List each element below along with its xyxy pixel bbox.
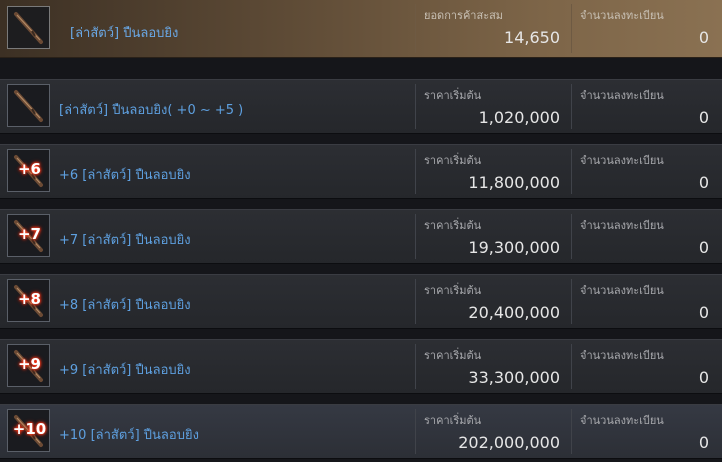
registered-value: 0 [698, 303, 709, 322]
column-divider [415, 84, 416, 129]
base-price-value: 19,300,000 [468, 238, 560, 257]
registered-value: 0 [698, 28, 709, 47]
column-divider [415, 409, 416, 454]
base-price-value: 33,300,000 [468, 368, 560, 387]
market-list-item[interactable]: +10 +10 [ล่าสัตว์] ปืนลอบยิง ราคาเริ่มต้… [0, 404, 722, 459]
column-divider [415, 214, 416, 259]
item-icon-frame [7, 84, 50, 127]
column-divider [415, 344, 416, 389]
registered-value: 0 [698, 108, 709, 127]
base-price-value: 11,800,000 [468, 173, 560, 192]
item-icon-frame: +10 [7, 409, 50, 452]
market-list-item[interactable]: [ล่าสัตว์] ปืนลอบยิง( +0 ~ +5 ) ราคาเริ่… [0, 79, 722, 134]
registered-label: จำนวนลงทะเบียน [580, 349, 664, 362]
item-icon-frame [7, 6, 50, 49]
column-divider [571, 149, 572, 194]
total-trades-label: ยอดการค้าสะสม [424, 9, 504, 22]
registered-value: 0 [698, 173, 709, 192]
registered-label: จำนวนลงทะเบียน [580, 219, 664, 232]
item-icon-frame: +8 [7, 279, 50, 322]
base-price-value: 202,000,000 [458, 433, 560, 452]
total-trades-value: 14,650 [504, 28, 560, 47]
column-divider [571, 4, 572, 53]
item-name: +10 [ล่าสัตว์] ปืนลอบยิง [59, 428, 199, 443]
registered-label: จำนวนลงทะเบียน [580, 414, 664, 427]
base-price-label: ราคาเริ่มต้น [424, 414, 482, 427]
base-price-value: 20,400,000 [468, 303, 560, 322]
item-name: [ล่าสัตว์] ปืนลอบยิง( +0 ~ +5 ) [59, 103, 244, 118]
item-name: +9 [ล่าสัตว์] ปืนลอบยิง [59, 363, 191, 378]
rifle-icon [14, 12, 43, 44]
item-name: +7 [ล่าสัตว์] ปืนลอบยิง [59, 233, 191, 248]
market-list-item[interactable]: +6 +6 [ล่าสัตว์] ปืนลอบยิง ราคาเริ่มต้น … [0, 144, 722, 199]
enhance-level-badge: +8 [17, 290, 41, 308]
registered-value: 0 [698, 368, 709, 387]
item-icon-frame: +7 [7, 214, 50, 257]
base-price-label: ราคาเริ่มต้น [424, 349, 482, 362]
item-icon-frame: +6 [7, 149, 50, 192]
item-name: +6 [ล่าสัตว์] ปืนลอบยิง [59, 168, 191, 183]
column-divider [571, 84, 572, 129]
base-price-label: ราคาเริ่มต้น [424, 154, 482, 167]
base-price-label: ราคาเริ่มต้น [424, 89, 482, 102]
market-list-item[interactable]: +9 +9 [ล่าสัตว์] ปืนลอบยิง ราคาเริ่มต้น … [0, 339, 722, 394]
registered-label: จำนวนลงทะเบียน [580, 9, 664, 22]
registered-value: 0 [698, 238, 709, 257]
registered-label: จำนวนลงทะเบียน [580, 154, 664, 167]
registered-label: จำนวนลงทะเบียน [580, 89, 664, 102]
market-list-item[interactable]: +8 +8 [ล่าสัตว์] ปืนลอบยิง ราคาเริ่มต้น … [0, 274, 722, 329]
base-price-label: ราคาเริ่มต้น [424, 219, 482, 232]
column-divider [571, 344, 572, 389]
column-divider [571, 279, 572, 324]
item-icon-frame: +9 [7, 344, 50, 387]
column-divider [415, 4, 416, 53]
registered-value: 0 [698, 433, 709, 452]
enhance-level-badge: +9 [17, 355, 41, 373]
column-divider [571, 214, 572, 259]
rifle-icon [14, 90, 43, 122]
column-divider [415, 149, 416, 194]
market-list-item[interactable]: +7 +7 [ล่าสัตว์] ปืนลอบยิง ราคาเริ่มต้น … [0, 209, 722, 264]
column-divider [415, 279, 416, 324]
item-name: +8 [ล่าสัตว์] ปืนลอบยิง [59, 298, 191, 313]
enhance-level-badge: +10 [12, 420, 47, 438]
enhance-level-badge: +6 [17, 160, 41, 178]
registered-label: จำนวนลงทะเบียน [580, 284, 664, 297]
enhance-level-badge: +7 [17, 225, 41, 243]
item-summary-header: [ล่าสัตว์] ปืนลอบยิง ยอดการค้าสะสม 14,65… [0, 0, 722, 58]
base-price-label: ราคาเริ่มต้น [424, 284, 482, 297]
item-name: [ล่าสัตว์] ปืนลอบยิง [70, 26, 179, 41]
column-divider [571, 409, 572, 454]
base-price-value: 1,020,000 [478, 108, 560, 127]
